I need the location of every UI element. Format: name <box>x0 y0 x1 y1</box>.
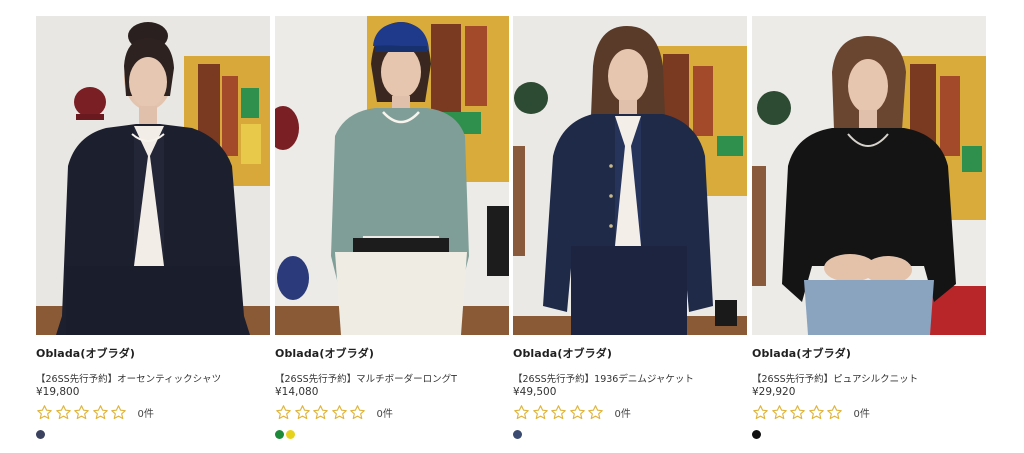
color-swatches <box>275 430 297 439</box>
star-outline-icon <box>294 404 310 419</box>
product-price: ¥49,500 <box>513 386 557 398</box>
product-image[interactable] <box>752 16 986 335</box>
product-price: ¥19,800 <box>36 386 80 398</box>
product-card[interactable]: Oblada(オブラダ) 【26SS先行予約】マルチボーダーロングT ¥14,0… <box>275 16 509 446</box>
product-card[interactable]: Oblada(オブラダ) 【26SS先行予約】1936デニムジャケット ¥49,… <box>513 16 747 446</box>
star-outline-icon <box>350 404 365 419</box>
star-outline-icon <box>827 404 842 419</box>
star-outline-icon <box>808 404 824 419</box>
review-count[interactable]: 0件 <box>615 405 631 420</box>
product-card[interactable]: Oblada(オブラダ) 【26SS先行予約】ピュアシルクニット ¥29,920… <box>752 16 986 446</box>
star-outline-icon <box>551 404 566 419</box>
color-swatches <box>36 430 47 439</box>
product-price: ¥29,920 <box>752 386 796 398</box>
brand-name[interactable]: Oblada(オブラダ) <box>275 345 374 361</box>
product-name[interactable]: 【26SS先行予約】1936デニムジャケット <box>513 371 694 385</box>
color-swatches <box>752 430 763 439</box>
review-count[interactable]: 0件 <box>138 405 154 420</box>
review-count[interactable]: 0件 <box>377 405 393 420</box>
product-image[interactable] <box>275 16 509 335</box>
product-image[interactable] <box>513 16 747 335</box>
brand-name[interactable]: Oblada(オブラダ) <box>752 345 851 361</box>
review-count[interactable]: 0件 <box>854 405 870 420</box>
rating-stars: 0件 <box>513 403 631 421</box>
product-price: ¥14,080 <box>275 386 319 398</box>
star-outline-icon <box>55 404 71 419</box>
star-outline-icon <box>37 404 52 419</box>
star-outline-icon <box>313 404 328 419</box>
star-outline-icon <box>276 404 291 419</box>
rating-stars: 0件 <box>275 403 393 421</box>
star-outline-icon <box>569 404 585 419</box>
star-outline-icon <box>111 404 126 419</box>
color-swatch[interactable] <box>286 430 295 439</box>
star-outline-icon <box>790 404 805 419</box>
color-swatch[interactable] <box>36 430 45 439</box>
star-outline-icon <box>514 404 529 419</box>
rating-stars: 0件 <box>752 403 870 421</box>
star-outline-icon <box>588 404 603 419</box>
brand-name[interactable]: Oblada(オブラダ) <box>513 345 612 361</box>
product-name[interactable]: 【26SS先行予約】マルチボーダーロングT <box>275 371 457 385</box>
star-outline-icon <box>331 404 347 419</box>
star-outline-icon <box>771 404 787 419</box>
star-outline-icon <box>74 404 89 419</box>
product-card[interactable]: Oblada(オブラダ) 【26SS先行予約】オーセンティックシャツ ¥19,8… <box>36 16 270 446</box>
product-name[interactable]: 【26SS先行予約】ピュアシルクニット <box>752 371 918 385</box>
color-swatch[interactable] <box>513 430 522 439</box>
product-image[interactable] <box>36 16 270 335</box>
star-outline-icon <box>92 404 108 419</box>
product-name[interactable]: 【26SS先行予約】オーセンティックシャツ <box>36 371 221 385</box>
brand-name[interactable]: Oblada(オブラダ) <box>36 345 135 361</box>
color-swatch[interactable] <box>275 430 284 439</box>
product-grid: Oblada(オブラダ) 【26SS先行予約】オーセンティックシャツ ¥19,8… <box>36 16 986 446</box>
color-swatches <box>513 430 524 439</box>
star-outline-icon <box>532 404 548 419</box>
rating-stars: 0件 <box>36 403 154 421</box>
color-swatch[interactable] <box>752 430 761 439</box>
star-outline-icon <box>753 404 768 419</box>
